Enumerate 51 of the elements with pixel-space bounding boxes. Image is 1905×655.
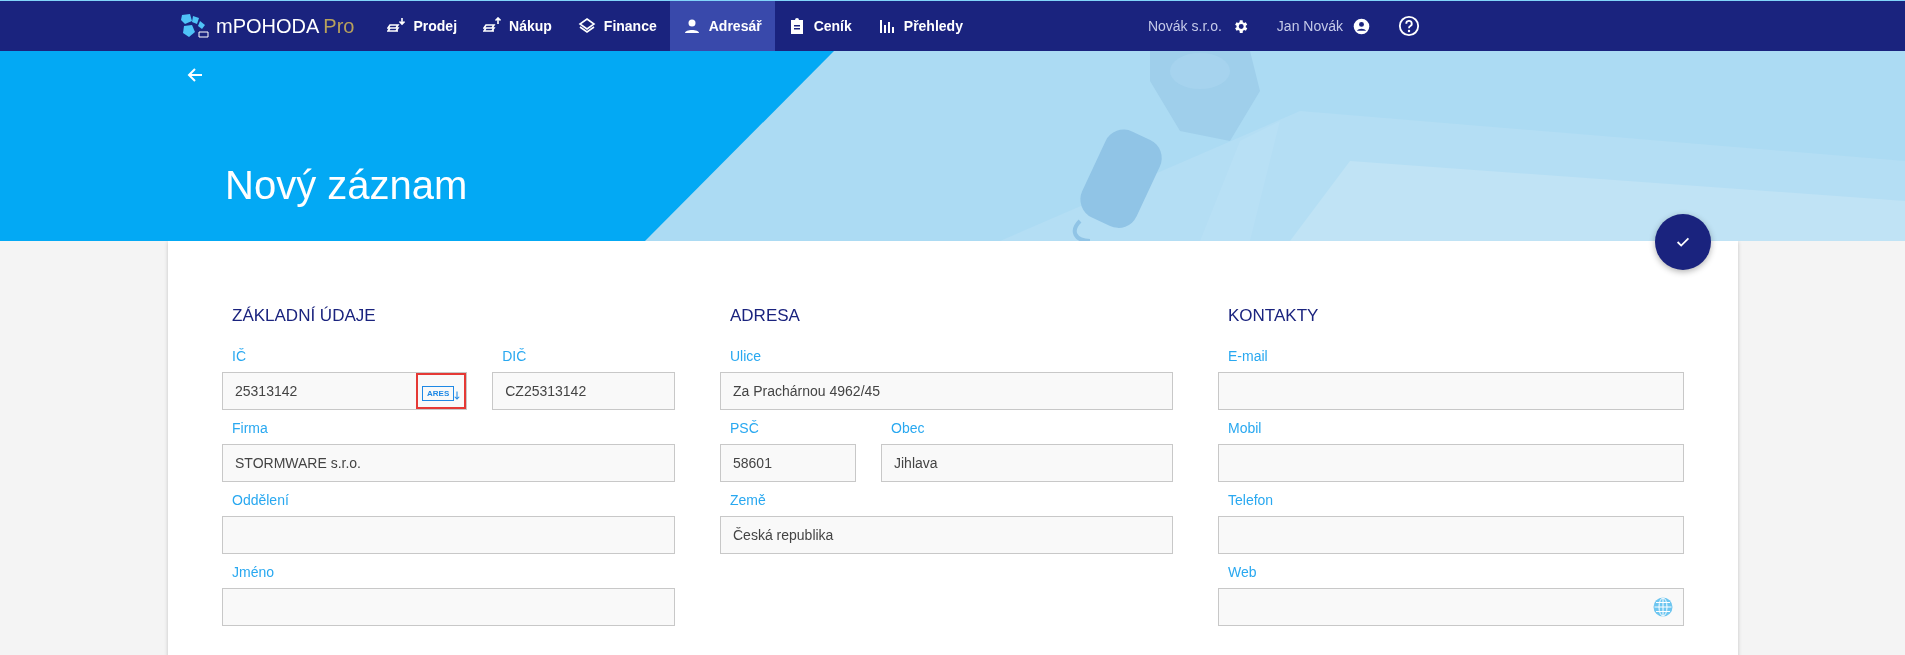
coins-icon — [483, 17, 502, 35]
field-label: Firma — [232, 420, 269, 436]
input-field[interactable]: Jihlava — [881, 444, 1173, 482]
company-name[interactable]: Novák s.r.o. — [1147, 18, 1222, 34]
nav-tab[interactable]: Ceník — [774, 1, 865, 51]
input-field[interactable] — [1218, 444, 1684, 482]
globe-icon — [1653, 597, 1673, 617]
person-icon — [682, 17, 701, 35]
bar-chart-icon — [877, 17, 896, 35]
section-title: KONTAKTY — [1228, 306, 1320, 326]
nav-tab[interactable]: Adresář — [669, 1, 775, 51]
input-field[interactable]: 25313142 ARES — [222, 372, 468, 410]
logo-icon — [180, 13, 210, 39]
input-field[interactable]: STORMWARE s.r.o. — [222, 444, 675, 482]
nav-tab[interactable]: Přehledy — [864, 1, 976, 51]
user-name[interactable]: Jan Novák — [1276, 18, 1343, 34]
input-field[interactable]: 58601 — [720, 444, 856, 482]
nav-tab[interactable]: Nákup — [470, 1, 565, 51]
input-field[interactable] — [1218, 516, 1684, 554]
ares-button[interactable]: ARES — [416, 373, 467, 409]
app-name: mPOHODA — [216, 14, 320, 38]
field-label: DIČ — [502, 348, 528, 364]
input-field[interactable] — [1218, 372, 1684, 410]
field-label: Mobil — [1228, 420, 1263, 436]
input-field[interactable] — [222, 588, 675, 626]
account-icon[interactable] — [1353, 17, 1370, 35]
field-label: Oddělení — [232, 492, 290, 508]
field-label: Ulice — [730, 348, 763, 364]
field-label: Obec — [891, 420, 926, 436]
input-field[interactable]: Česká republika — [720, 516, 1173, 554]
layers-icon — [577, 17, 596, 35]
field-label: PSČ — [730, 420, 760, 436]
field-label: Telefon — [1228, 492, 1275, 508]
down-arrow-icon — [454, 391, 461, 401]
page-title: Nový záznam — [225, 163, 469, 208]
nav-tab[interactable]: Finance — [564, 1, 670, 51]
input-field[interactable]: CZ25313142 — [492, 372, 675, 410]
field-label: E-mail — [1228, 348, 1269, 364]
coins-icon — [387, 17, 406, 35]
section-title: ZÁKLADNÍ ÚDAJE — [232, 306, 377, 326]
input-field[interactable]: Za Prachárnou 4962/45 — [720, 372, 1173, 410]
nav-tab[interactable]: Prodej — [374, 1, 471, 51]
field-label: Web — [1228, 564, 1258, 580]
field-label: Jméno — [232, 564, 276, 580]
field-label: IČ — [232, 348, 247, 364]
input-field[interactable] — [1218, 588, 1684, 626]
section-title: ADRESA — [730, 306, 801, 326]
field-label: Země — [730, 492, 767, 508]
help-icon[interactable] — [1398, 15, 1420, 37]
app-edition: Pro — [323, 14, 355, 38]
input-field[interactable] — [222, 516, 675, 554]
